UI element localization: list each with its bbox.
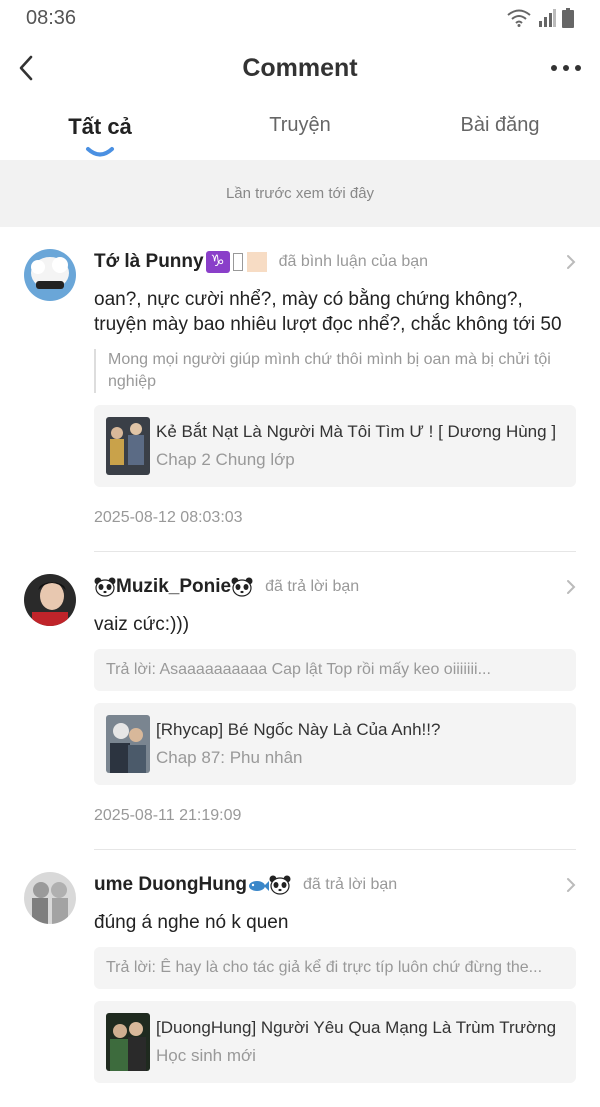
chevron-left-icon [19, 55, 33, 81]
username[interactable]: Tớ là Punny [94, 251, 204, 273]
chevron-right-icon [567, 580, 576, 594]
last-viewed-text: Lần trước xem tới đây [225, 185, 375, 202]
story-card[interactable]: Kẻ Bắt Nạt Là Người Mà Tôi Tìm Ư ! [ Dươ… [94, 405, 576, 487]
quoted-comment: Mong mọi người giúp mình chứ thôi mình b… [94, 349, 576, 393]
avatar[interactable] [24, 574, 76, 626]
notification-body: Muzik_Ponie đã trả lời bạn vaiz cức:))) … [94, 574, 576, 850]
story-card[interactable]: [DuongHung] Người Yêu Qua Mạng Là Trùm T… [94, 1001, 576, 1083]
username[interactable]: Muzik_Ponie [116, 576, 231, 598]
comment-text: vaiz cức:))) [94, 614, 190, 635]
tab-stories-label: Truyện [269, 114, 331, 136]
tab-stories[interactable]: Truyện [200, 100, 400, 160]
open-button[interactable] [566, 254, 576, 270]
open-button[interactable] [566, 877, 576, 893]
story-info: Kẻ Bắt Nạt Là Người Mà Tôi Tìm Ư ! [ Dươ… [156, 422, 556, 470]
action-text: đã bình luận của bạn [278, 253, 429, 270]
more-button[interactable] [542, 48, 582, 88]
story-info: [DuongHung] Người Yêu Qua Mạng Là Trùm T… [156, 1018, 556, 1066]
action-text: đã trả lời bạn [303, 876, 398, 893]
capricorn-emoji: ♑ [205, 251, 230, 273]
unsupported-glyph [232, 253, 243, 271]
more-horizontal-icon [551, 65, 581, 71]
tab-all-label: Tất cả [68, 114, 132, 139]
timestamp: 2025-08-11 21:19:09 [94, 807, 242, 824]
wifi-icon [507, 9, 531, 27]
notification-header: Muzik_Ponie đã trả lời bạn [94, 576, 576, 598]
tab-posts[interactable]: Bài đăng [400, 100, 600, 160]
story-cover [106, 715, 150, 773]
avatar[interactable] [24, 249, 76, 301]
notification-item[interactable]: ume DuongHung đã trả lời bạn đúng á nghe… [0, 850, 600, 1107]
story-cover [106, 417, 150, 475]
open-button[interactable] [566, 579, 576, 595]
notification-header: Tớ là Punny ♑ đã bình luận của bạn [94, 251, 576, 273]
tab-bar: Tất cả Truyện Bài đăng [0, 100, 600, 160]
comment-text: đúng á nghe nó k quen [94, 912, 289, 933]
status-bar: 08:36 [0, 0, 600, 36]
reply-context: Trả lời: Ê hay là cho tác giả kể đi trực… [94, 947, 576, 989]
skin-tone-emoji [246, 252, 267, 272]
battery-icon [562, 8, 574, 28]
page-title: Comment [242, 53, 358, 82]
last-viewed-banner: Lần trước xem tới đây [0, 160, 600, 227]
fish-emoji [249, 881, 270, 891]
story-chapter: Chap 2 Chung lớp [156, 450, 295, 469]
notification-list: Tớ là Punny ♑ đã bình luận của bạn oan?,… [0, 227, 600, 1107]
story-title: [DuongHung] Người Yêu Qua Mạng Là Trùm T… [156, 1018, 557, 1037]
story-title: Kẻ Bắt Nạt Là Người Mà Tôi Tìm Ư ! [ Dươ… [156, 422, 557, 441]
back-button[interactable] [18, 48, 58, 88]
status-time: 08:36 [26, 6, 77, 29]
username[interactable]: ume DuongHung [94, 874, 247, 896]
tab-all[interactable]: Tất cả [0, 100, 200, 160]
story-title: [Rhycap] Bé Ngốc Này Là Của Anh!!? [156, 720, 441, 739]
chevron-right-icon [567, 878, 576, 892]
notification-item[interactable]: Tớ là Punny ♑ đã bình luận của bạn oan?,… [0, 227, 600, 552]
story-chapter: Chap 87: Phu nhân [156, 748, 303, 767]
avatar[interactable] [24, 872, 76, 924]
story-info: [Rhycap] Bé Ngốc Này Là Của Anh!!? Chap … [156, 720, 440, 768]
comment-text: oan?, nực cười nhể?, mày có bằng chứng k… [94, 289, 562, 335]
chevron-right-icon [567, 255, 576, 269]
notification-item[interactable]: Muzik_Ponie đã trả lời bạn vaiz cức:))) … [0, 552, 600, 850]
timestamp: 2025-08-12 08:03:03 [94, 509, 243, 526]
tab-active-indicator [86, 147, 114, 157]
panda-emoji [231, 577, 253, 597]
notification-header: ume DuongHung đã trả lời bạn [94, 874, 576, 896]
notification-body: ume DuongHung đã trả lời bạn đúng á nghe… [94, 872, 576, 1107]
status-icons [506, 8, 574, 28]
header: Comment [0, 36, 600, 100]
reply-context: Trả lời: Asaaaaaaaaaa Cap lật Top rồi mấ… [94, 649, 576, 691]
signal-icon [539, 9, 556, 27]
tab-posts-label: Bài đăng [460, 114, 540, 136]
panda-emoji [269, 875, 291, 895]
story-cover [106, 1013, 150, 1071]
story-card[interactable]: [Rhycap] Bé Ngốc Này Là Của Anh!!? Chap … [94, 703, 576, 785]
notification-body: Tớ là Punny ♑ đã bình luận của bạn oan?,… [94, 249, 576, 552]
panda-emoji [94, 577, 116, 597]
action-text: đã trả lời bạn [265, 578, 360, 595]
story-chapter: Học sinh mới [156, 1046, 256, 1065]
